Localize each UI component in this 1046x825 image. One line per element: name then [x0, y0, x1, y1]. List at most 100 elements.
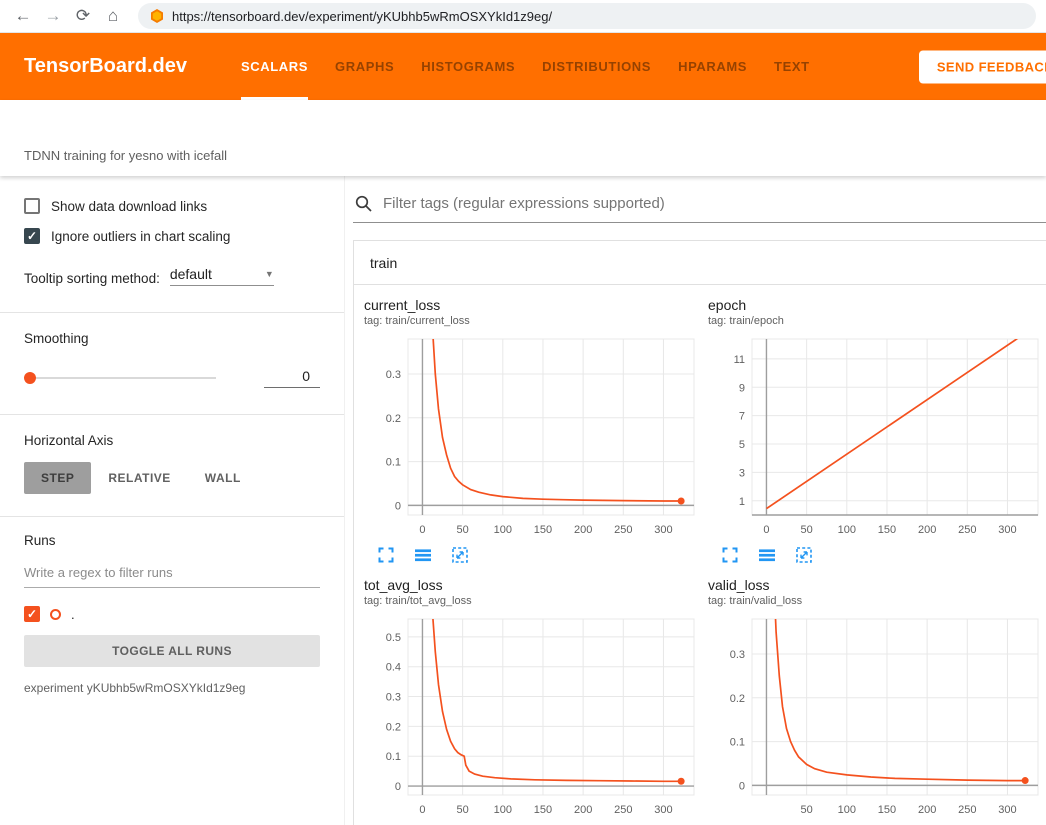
svg-text:50: 50 — [801, 524, 813, 536]
ignore-outliers-checkbox[interactable] — [24, 228, 40, 244]
run-color-swatch — [50, 609, 61, 620]
run-name: . — [71, 607, 75, 622]
svg-text:7: 7 — [739, 411, 745, 423]
fit-domain-icon[interactable] — [452, 547, 468, 563]
axis-relative-button[interactable]: RELATIVE — [91, 462, 187, 494]
tab-graphs[interactable]: GRAPHS — [335, 33, 394, 100]
smoothing-value[interactable]: 0 — [264, 368, 320, 388]
brand-title: TensorBoard.dev — [24, 55, 187, 78]
svg-text:0.2: 0.2 — [386, 721, 401, 733]
chart-tag: tag: train/current_loss — [364, 315, 700, 328]
tab-hparams[interactable]: HPARAMS — [678, 33, 747, 100]
home-icon[interactable]: ⌂ — [100, 3, 126, 29]
svg-text:200: 200 — [574, 804, 592, 816]
chart-card-epoch: epoch tag: train/epoch 05010015020025030… — [708, 297, 1044, 563]
show-download-links-checkbox[interactable] — [24, 198, 40, 214]
tooltip-sorting-dropdown[interactable]: default ▼ — [170, 266, 274, 286]
fit-domain-icon[interactable] — [796, 547, 812, 563]
svg-text:300: 300 — [654, 804, 672, 816]
tensorboard-favicon — [150, 9, 164, 23]
smoothing-slider[interactable] — [24, 371, 216, 385]
chart-toolbar — [364, 547, 700, 563]
run-row[interactable]: . — [24, 606, 320, 622]
tooltip-sorting-value: default — [170, 266, 212, 282]
svg-text:0.1: 0.1 — [386, 751, 401, 763]
axis-step-button[interactable]: STEP — [24, 462, 91, 494]
run-checkbox[interactable] — [24, 606, 40, 622]
svg-text:100: 100 — [838, 804, 856, 816]
svg-text:0.2: 0.2 — [386, 413, 401, 425]
data-table-icon[interactable] — [759, 547, 775, 563]
expand-chart-icon[interactable] — [378, 547, 394, 563]
tab-scalars[interactable]: SCALARS — [241, 33, 308, 100]
forward-icon[interactable]: → — [40, 3, 66, 29]
chart-card-valid-loss: valid_loss tag: train/valid_loss 5010015… — [708, 577, 1044, 825]
horizontal-axis-toggle: STEP RELATIVE WALL — [24, 462, 320, 494]
chart-title: valid_loss — [708, 577, 1044, 593]
data-table-icon[interactable] — [415, 547, 431, 563]
smoothing-label: Smoothing — [24, 331, 320, 346]
svg-text:250: 250 — [958, 804, 976, 816]
svg-text:200: 200 — [574, 524, 592, 536]
svg-text:0.2: 0.2 — [730, 693, 745, 705]
svg-text:200: 200 — [918, 804, 936, 816]
svg-text:0.4: 0.4 — [386, 662, 401, 674]
svg-text:100: 100 — [838, 524, 856, 536]
chart-tag: tag: train/tot_avg_loss — [364, 595, 700, 608]
svg-text:0: 0 — [395, 500, 401, 512]
svg-text:250: 250 — [614, 524, 632, 536]
svg-text:0: 0 — [419, 524, 425, 536]
reload-icon[interactable]: ⟳ — [70, 3, 96, 29]
tab-distributions[interactable]: DISTRIBUTIONS — [542, 33, 651, 100]
charts-grid: current_loss tag: train/current_loss 050… — [354, 285, 1046, 825]
svg-text:0: 0 — [763, 524, 769, 536]
ignore-outliers-row[interactable]: Ignore outliers in chart scaling — [24, 228, 320, 244]
svg-text:250: 250 — [958, 524, 976, 536]
chart-tag: tag: train/epoch — [708, 315, 1044, 328]
line-chart-tot-avg-loss[interactable]: 05010015020025030000.10.20.30.40.5 — [364, 615, 700, 821]
expand-chart-icon[interactable] — [722, 547, 738, 563]
chart-title: current_loss — [364, 297, 700, 313]
filter-tags-input[interactable] — [381, 194, 1046, 213]
chart-title: epoch — [708, 297, 1044, 313]
line-chart-current-loss[interactable]: 05010015020025030000.10.20.3 — [364, 335, 700, 541]
svg-text:300: 300 — [998, 804, 1016, 816]
svg-text:100: 100 — [494, 524, 512, 536]
ignore-outliers-label: Ignore outliers in chart scaling — [51, 229, 230, 244]
svg-text:0.3: 0.3 — [730, 649, 745, 661]
chart-tag: tag: train/valid_loss — [708, 595, 1044, 608]
axis-wall-button[interactable]: WALL — [188, 462, 258, 494]
address-bar[interactable]: https://tensorboard.dev/experiment/yKUbh… — [138, 3, 1036, 29]
toggle-all-runs-button[interactable]: TOGGLE ALL RUNS — [24, 635, 320, 667]
tooltip-sorting-label: Tooltip sorting method: — [24, 271, 160, 286]
send-feedback-button[interactable]: SEND FEEDBACK — [919, 50, 1046, 83]
svg-text:0.3: 0.3 — [386, 692, 401, 704]
app-header: TensorBoard.dev SCALARS GRAPHS HISTOGRAM… — [0, 33, 1046, 100]
train-section-header[interactable]: train — [354, 241, 1046, 285]
runs-filter-input[interactable] — [24, 565, 320, 588]
back-icon[interactable]: ← — [10, 3, 36, 29]
svg-text:150: 150 — [534, 524, 552, 536]
svg-text:150: 150 — [878, 524, 896, 536]
show-download-links-label: Show data download links — [51, 199, 207, 214]
svg-text:1: 1 — [739, 496, 745, 508]
svg-text:0.1: 0.1 — [386, 457, 401, 469]
experiment-title: TDNN training for yesno with icefall — [24, 148, 227, 163]
svg-text:300: 300 — [654, 524, 672, 536]
svg-text:300: 300 — [998, 524, 1016, 536]
show-download-links-row[interactable]: Show data download links — [24, 198, 320, 214]
tab-text[interactable]: TEXT — [774, 33, 810, 100]
svg-text:5: 5 — [739, 439, 745, 451]
horizontal-axis-label: Horizontal Axis — [24, 433, 320, 448]
slider-thumb[interactable] — [24, 372, 36, 384]
chevron-down-icon: ▼ — [265, 269, 274, 279]
settings-sidebar: Show data download links Ignore outliers… — [0, 176, 345, 825]
svg-text:150: 150 — [534, 804, 552, 816]
line-chart-valid-loss[interactable]: 5010015020025030000.10.20.3 — [708, 615, 1044, 821]
svg-text:250: 250 — [614, 804, 632, 816]
svg-text:50: 50 — [457, 524, 469, 536]
chart-title: tot_avg_loss — [364, 577, 700, 593]
browser-chrome: ← → ⟳ ⌂ https://tensorboard.dev/experime… — [0, 0, 1046, 33]
line-chart-epoch[interactable]: 0501001502002503001357911 — [708, 335, 1044, 541]
tab-histograms[interactable]: HISTOGRAMS — [421, 33, 515, 100]
